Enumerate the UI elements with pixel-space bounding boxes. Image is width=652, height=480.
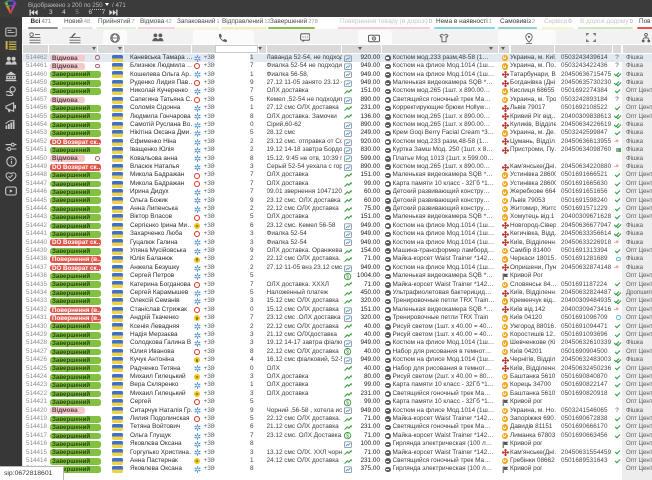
svg-text:$: $ [346, 400, 349, 406]
svg-text:$: $ [346, 274, 349, 280]
svg-text:$: $ [346, 434, 349, 440]
svg-text:$: $ [346, 350, 349, 356]
